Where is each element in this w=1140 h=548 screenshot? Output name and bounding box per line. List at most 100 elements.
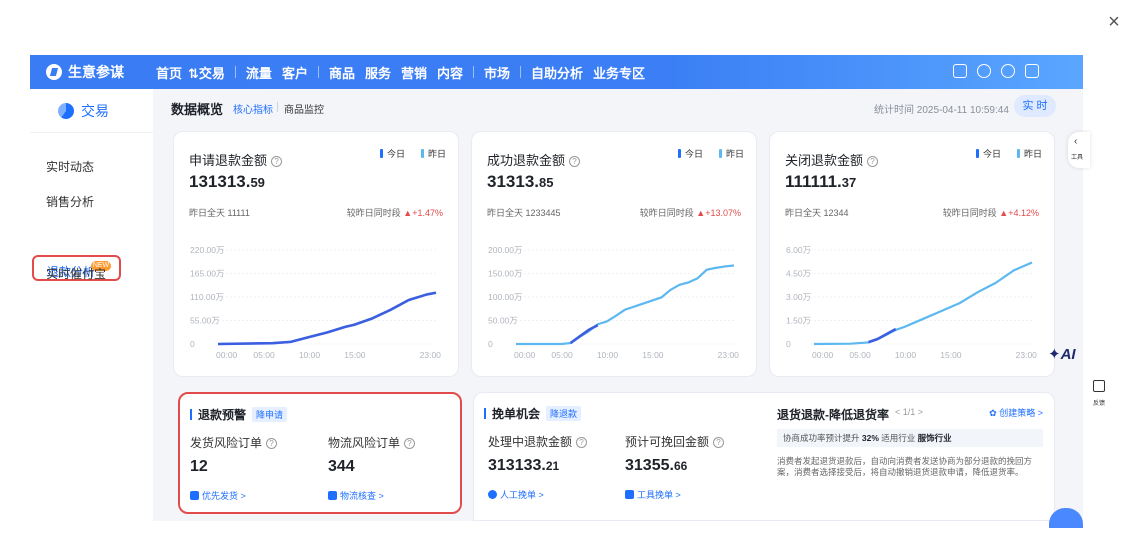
y-tick-label: 150.00万 bbox=[488, 269, 523, 279]
x-tick-label: 10:00 bbox=[895, 350, 917, 360]
metric-label: 物流风险订单? bbox=[328, 434, 416, 451]
recovery-panel: 挽单机会 降退款 处理中退款金额? 313133.21 人工挽单 > 预计可挽回金… bbox=[473, 392, 1055, 521]
y-tick-label: 200.00万 bbox=[488, 245, 523, 255]
help-icon[interactable]: ? bbox=[569, 156, 581, 167]
nav-item-traffic[interactable]: 流量 bbox=[246, 63, 272, 82]
strategy-title: 退货退款-降低退货率 bbox=[777, 408, 889, 422]
x-tick-label: 10:00 bbox=[597, 350, 619, 360]
y-tick-label: 110.00万 bbox=[190, 292, 224, 302]
x-tick-label: 15:00 bbox=[344, 350, 366, 360]
chart-legend: 今日 昨日 bbox=[975, 147, 1042, 160]
metric-label: 处理中退款金额? bbox=[488, 433, 588, 450]
chart-legend: 今日 昨日 bbox=[677, 147, 744, 160]
nav-divider bbox=[234, 66, 236, 78]
x-tick-label: 00:00 bbox=[812, 350, 834, 360]
legend-yesterday[interactable]: 昨日 bbox=[420, 147, 446, 160]
nav-item-home[interactable]: 首页 bbox=[156, 63, 182, 82]
help-icon[interactable]: ? bbox=[867, 156, 879, 167]
strategy-description: 消费者发起退货退款后，自动向消费者发送协商为部分退款的挽回方案，消费者选择接受后… bbox=[777, 456, 1033, 477]
nav-item-marketing[interactable]: 营销 bbox=[401, 63, 427, 82]
line-chart: 0 1.50万 3.00万 4.50万 6.00万 00:00 05:00 10:00 15:0… bbox=[786, 245, 1037, 360]
page-title: 数据概览 bbox=[171, 102, 224, 117]
logout-icon[interactable] bbox=[1025, 64, 1039, 78]
sidebar-item-sales-analysis[interactable]: 销售分析 bbox=[46, 193, 94, 210]
x-tick-label: 23:00 bbox=[718, 350, 740, 360]
compare-change: 较昨日同时段 ▲+1.47% bbox=[346, 208, 443, 218]
yesterday-total: 昨日全天 12344 bbox=[785, 208, 849, 218]
nav-divider bbox=[473, 66, 475, 78]
help-icon[interactable]: ? bbox=[713, 437, 725, 448]
priority-ship-link[interactable]: 优先发货 > bbox=[190, 489, 246, 502]
feedback-button[interactable]: 反馈 bbox=[1088, 378, 1110, 412]
app-window: 生意参谋 首页 ⇅交易 流量 客户 商品 服务 营销 内容 市场 自助分析 业务… bbox=[30, 55, 1083, 521]
message-icon[interactable] bbox=[953, 64, 967, 78]
close-icon[interactable]: × bbox=[1104, 12, 1124, 32]
collapse-icon: ‹ bbox=[1074, 136, 1078, 147]
brand[interactable]: 生意参谋 bbox=[46, 63, 124, 81]
card-title: 申请退款金额? bbox=[189, 150, 283, 169]
card-title: 关闭退款金额? bbox=[785, 150, 879, 169]
yesterday-total: 昨日全天 11111 bbox=[189, 208, 250, 218]
metric-value: 344 bbox=[328, 458, 355, 475]
nav-item-self-analysis[interactable]: 自助分析 bbox=[531, 63, 583, 82]
panel-tag: 降退款 bbox=[546, 406, 582, 421]
manual-recover-link[interactable]: 人工挽单 > bbox=[488, 488, 544, 501]
sidebar-item-realtime[interactable]: 实时动态 bbox=[46, 158, 94, 175]
tab-divider bbox=[277, 102, 278, 112]
sidebar-header: 交易 bbox=[30, 89, 153, 133]
create-strategy-button[interactable]: ✿ 创建策略 > bbox=[989, 406, 1043, 419]
tools-float-button[interactable]: ‹ 工具 bbox=[1068, 132, 1090, 168]
x-tick-label: 00:00 bbox=[514, 350, 536, 360]
trend-chart: 0 1.50万 3.00万 4.50万 6.00万 00:00 05:00 10:00 15:0… bbox=[784, 244, 1042, 364]
compare-change: 较昨日同时段 ▲+13.07% bbox=[639, 208, 741, 218]
legend-today[interactable]: 今日 bbox=[975, 147, 1001, 160]
help-icon[interactable]: ? bbox=[576, 437, 588, 448]
nav-item-product[interactable]: 商品 bbox=[329, 63, 355, 82]
y-tick-label: 55.00万 bbox=[190, 316, 220, 326]
nav-item-content[interactable]: 内容 bbox=[437, 63, 463, 82]
y-tick-label: 3.00万 bbox=[786, 292, 811, 302]
y-tick-label: 165.00万 bbox=[190, 269, 225, 279]
nav-item-trade[interactable]: ⇅交易 bbox=[188, 63, 225, 82]
strategy-pager[interactable]: < 1/1 > bbox=[895, 407, 923, 417]
nav-item-business-zone[interactable]: 业务专区 bbox=[593, 63, 645, 82]
line-chart: 0 55.00万 110.00万 165.00万 220.00万 00:00 05:00 10… bbox=[190, 245, 441, 360]
legend-yesterday[interactable]: 昨日 bbox=[718, 147, 744, 160]
nav-item-service[interactable]: 服务 bbox=[365, 63, 391, 82]
yesterday-total: 昨日全天 1233445 bbox=[487, 208, 561, 218]
series-line-today bbox=[868, 327, 897, 344]
nav-item-market[interactable]: 市场 bbox=[484, 63, 510, 82]
user-icon[interactable] bbox=[977, 64, 991, 78]
tab-product-monitor[interactable]: 商品监控 bbox=[284, 101, 324, 116]
tool-recover-link[interactable]: 工具挽单 > bbox=[625, 488, 681, 501]
ai-assistant-button[interactable]: ✦AI bbox=[1048, 345, 1076, 363]
card-title: 成功退款金额? bbox=[487, 150, 581, 169]
logistics-check-link[interactable]: 物流核查 > bbox=[328, 489, 384, 502]
sidebar-item-payment-reminder[interactable]: 实时催付宝 bbox=[46, 265, 106, 282]
sidebar-header-label: 交易 bbox=[81, 102, 109, 119]
y-tick-label: 0 bbox=[488, 339, 493, 349]
legend-today[interactable]: 今日 bbox=[379, 147, 405, 160]
strategy-info: 协商成功率预计提升 32% 适用行业 服饰行业 bbox=[777, 429, 1043, 447]
y-tick-label: 0 bbox=[190, 339, 195, 349]
help-icon[interactable]: ? bbox=[404, 438, 416, 449]
x-tick-label: 05:00 bbox=[253, 350, 275, 360]
legend-today[interactable]: 今日 bbox=[677, 147, 703, 160]
help-icon[interactable]: ? bbox=[271, 156, 283, 167]
series-line-yesterday bbox=[217, 291, 437, 346]
metric-card-success-refund: 成功退款金额? 今日 昨日 31313.85 昨日全天 1233445 较昨日同… bbox=[471, 131, 757, 377]
help-icon[interactable]: ? bbox=[266, 438, 278, 449]
metric-card-apply-refund: 申请退款金额? 今日 昨日 131313.59 昨日全天 11111 较昨日同时… bbox=[173, 131, 459, 377]
metric-label: 预计可挽回金额? bbox=[625, 433, 725, 450]
x-tick-label: 05:00 bbox=[849, 350, 871, 360]
brand-logo-icon bbox=[46, 64, 62, 80]
legend-yesterday[interactable]: 昨日 bbox=[1016, 147, 1042, 160]
nav-item-customer[interactable]: 客户 bbox=[282, 63, 308, 82]
panel-title: 退款预警 降申请 bbox=[190, 406, 288, 423]
realtime-button[interactable]: 实 时 bbox=[1014, 95, 1056, 117]
help-icon[interactable] bbox=[1001, 64, 1015, 78]
tab-core-metrics[interactable]: 核心指标 bbox=[233, 101, 273, 116]
top-icons bbox=[953, 64, 1039, 78]
metric-card-closed-refund: 关闭退款金额? 今日 昨日 111111.37 昨日全天 12344 较昨日同时… bbox=[769, 131, 1055, 377]
feedback-label: 反馈 bbox=[1092, 401, 1105, 407]
